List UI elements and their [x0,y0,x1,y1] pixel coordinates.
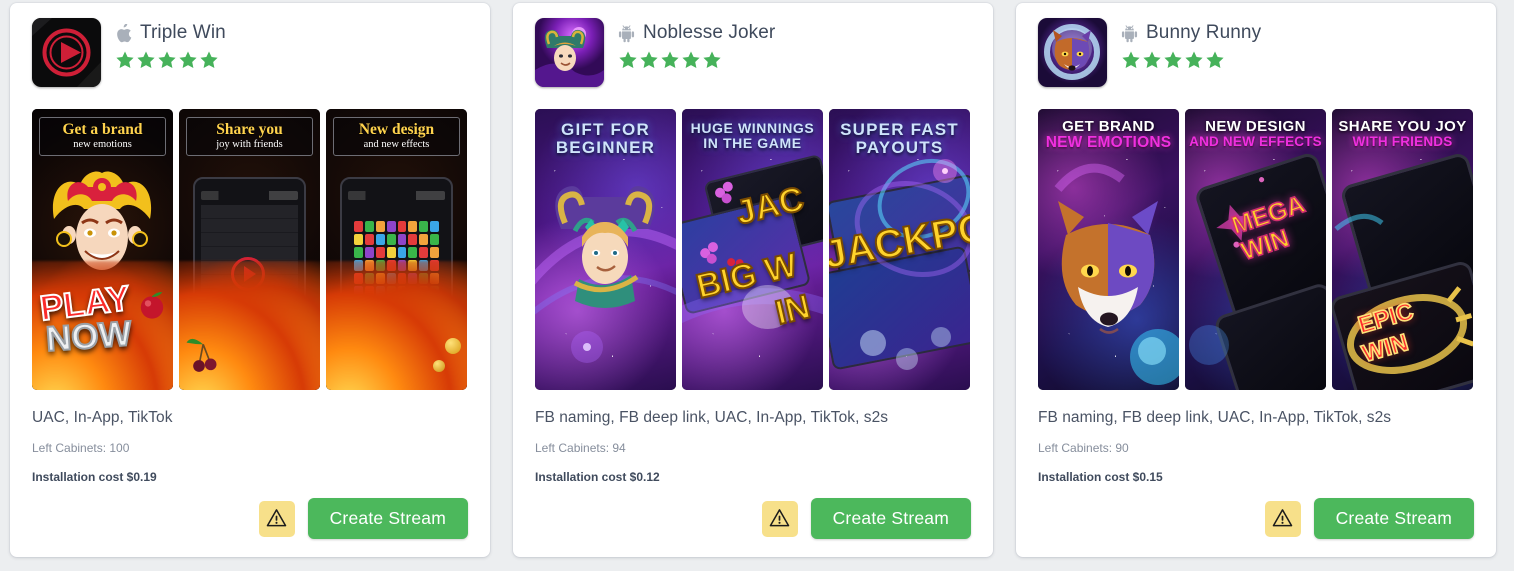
rating-stars [115,50,226,70]
creative-thumbnail[interactable]: JACKPOT SUPER FAST PAYOUTS [829,109,970,390]
card-header: Triple Win [32,18,468,106]
card-meta: UAC, In-App, TikTok Left Cabinets: 100 I… [32,390,468,484]
caption-line-1: Share you [216,121,283,138]
create-stream-button[interactable]: Create Stream [307,498,468,539]
caption-line-1: GET BRAND [1062,118,1155,135]
app-icon [1038,18,1107,87]
star-icon [199,50,219,70]
star-icon [178,50,198,70]
star-icon [681,50,701,70]
star-icon [1142,50,1162,70]
creative-caption: New design and new effects [333,117,460,157]
star-icon [702,50,722,70]
creative-caption: HUGE WINNINGS IN THE GAME [682,109,823,156]
offer-tags: UAC, In-App, TikTok [32,409,173,426]
star-icon [1205,50,1225,70]
card-actions: Create Stream [535,498,971,557]
caption-line-1: GIFT FOR [561,120,650,139]
warning-button[interactable] [258,500,295,537]
card-actions: Create Stream [32,498,468,557]
creative-caption: SHARE YOU JOY WITH FRIENDS [1332,109,1473,155]
create-stream-button[interactable]: Create Stream [810,498,971,539]
rating-stars [618,50,775,70]
star-icon [1184,50,1204,70]
create-stream-button[interactable]: Create Stream [1313,498,1474,539]
card-actions: Create Stream [1038,498,1474,557]
caption-line-2: NEW EMOTIONS [1045,133,1172,151]
creative-thumbnail[interactable]: JAC BIG W IN HUGE WINNINGS IN THE GAME [682,109,823,390]
creative-thumbnail[interactable]: PLAY NOW Get a brand new emotions [32,109,173,390]
app-icon [32,18,101,87]
android-icon [1121,24,1138,43]
creative-caption: Share you joy with friends [186,117,313,157]
creative-gallery: GET BRAND NEW EMOTIONS MEGA WIN NEW DESI… [1038,109,1474,390]
creative-thumbnail[interactable]: Share you joy with friends [179,109,320,390]
star-icon [618,50,638,70]
app-title: Bunny Runny [1146,22,1262,43]
star-icon [157,50,177,70]
caption-line-2: and new effects [363,139,430,151]
creative-gallery: GIFT FOR BEGINNER JAC BIG W IN HUGE WINN… [535,109,971,390]
star-icon [639,50,659,70]
caption-line-1: Get a brand [62,121,143,138]
star-icon [1163,50,1183,70]
android-icon [618,24,635,43]
app-title: Triple Win [140,22,226,43]
creative-thumbnail[interactable]: MEGA WIN NEW DESIGN AND NEW EFFECTS [1185,109,1326,390]
offer-card-list: Triple Win PLAY NOW Get a brand new emot… [0,0,1514,571]
caption-line-2: AND NEW EFFECTS [1189,133,1322,149]
creative-caption: SUPER FAST PAYOUTS [829,109,970,163]
creative-caption: Get a brand new emotions [39,117,166,157]
caption-line-1: SHARE YOU JOY [1338,118,1467,135]
offer-card[interactable]: Triple Win PLAY NOW Get a brand new emot… [10,3,490,557]
offer-card[interactable]: Noblesse Joker GIFT FOR BEGINNER JAC BIG… [513,3,993,557]
app-icon [535,18,604,87]
creative-thumbnail[interactable]: GIFT FOR BEGINNER [535,109,676,390]
warning-button[interactable] [761,500,798,537]
creative-thumbnail[interactable]: GET BRAND NEW EMOTIONS [1038,109,1179,390]
star-icon [136,50,156,70]
creative-gallery: PLAY NOW Get a brand new emotions Share … [32,109,468,390]
card-header: Noblesse Joker [535,18,971,106]
caption-line-1: SUPER FAST [840,120,959,139]
warning-triangle-icon [769,508,790,530]
installation-cost: Installation cost $0.12 [535,470,660,484]
warning-triangle-icon [266,508,287,530]
card-meta: FB naming, FB deep link, UAC, In-App, Ti… [1038,390,1474,484]
left-cabinets: Left Cabinets: 94 [535,441,626,455]
apple-icon [115,22,132,43]
left-cabinets: Left Cabinets: 90 [1038,441,1129,455]
app-title: Noblesse Joker [643,22,776,43]
caption-line-1: New design [358,121,435,138]
creative-caption: NEW DESIGN AND NEW EFFECTS [1185,109,1326,155]
creative-caption: GET BRAND NEW EMOTIONS [1038,109,1179,157]
card-header: Bunny Runny [1038,18,1474,106]
rating-stars [1121,50,1261,70]
star-icon [1121,50,1141,70]
card-meta: FB naming, FB deep link, UAC, In-App, Ti… [535,390,971,484]
left-cabinets: Left Cabinets: 100 [32,441,130,455]
caption-line-2: BEGINNER [555,137,656,157]
caption-line-2: joy with friends [216,139,283,151]
offer-card[interactable]: Bunny Runny GET BRAND NEW EMOTIONS MEGA … [1016,3,1496,557]
offer-tags: FB naming, FB deep link, UAC, In-App, Ti… [1038,409,1392,426]
offer-tags: FB naming, FB deep link, UAC, In-App, Ti… [535,409,889,426]
caption-line-2: WITH FRIENDS [1352,133,1453,149]
creative-caption: GIFT FOR BEGINNER [535,109,676,163]
creative-word-now: NOW [44,313,134,360]
installation-cost: Installation cost $0.19 [32,470,157,484]
creative-thumbnail[interactable]: EPIC WIN SHARE YOU JOY WITH FRIENDS [1332,109,1473,390]
caption-line-1: NEW DESIGN [1205,118,1306,135]
warning-triangle-icon [1272,508,1293,530]
star-icon [115,50,135,70]
creative-thumbnail[interactable]: New design and new effects [326,109,467,390]
caption-line-2: new emotions [73,139,132,151]
caption-line-1: HUGE WINNINGS [690,120,815,136]
warning-button[interactable] [1264,500,1301,537]
caption-line-2: PAYOUTS [855,137,944,157]
star-icon [660,50,680,70]
caption-line-2: IN THE GAME [703,134,802,151]
installation-cost: Installation cost $0.15 [1038,470,1163,484]
